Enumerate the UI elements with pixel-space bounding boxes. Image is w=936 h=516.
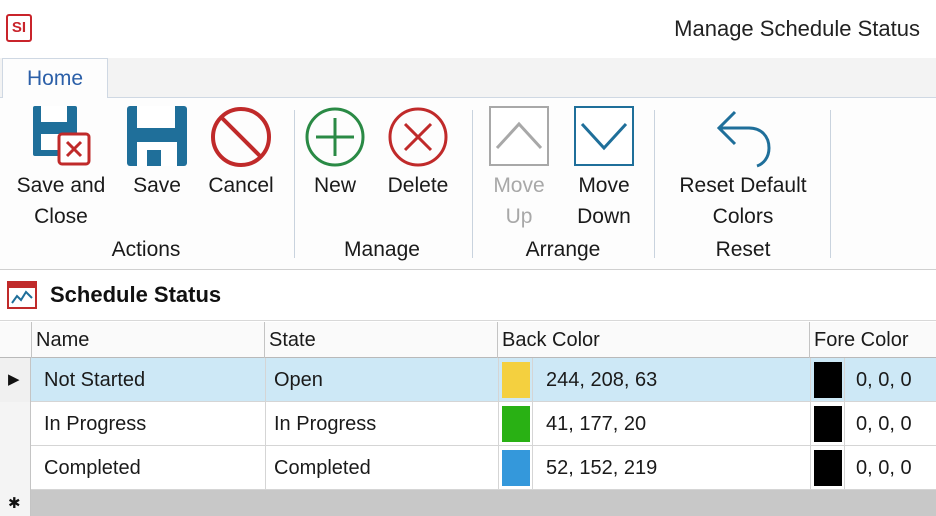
reset-default-colors-button[interactable]: Reset Default Colors <box>664 104 822 232</box>
save-icon <box>127 106 187 166</box>
cell-state[interactable]: In Progress <box>274 402 494 446</box>
app-logo: SI <box>6 14 32 42</box>
row-header[interactable]: ▶ <box>0 358 31 402</box>
delete-label: Delete <box>387 174 449 197</box>
cell-fore-color[interactable]: 0, 0, 0 <box>856 402 936 446</box>
column-divider <box>498 358 499 490</box>
new-label: New <box>313 174 356 197</box>
cell-back-color[interactable]: 52, 152, 219 <box>546 446 796 490</box>
table-row[interactable]: In Progress In Progress 41, 177, 20 0, 0… <box>0 402 936 446</box>
group-label-actions: Actions <box>111 238 181 261</box>
cell-back-color[interactable]: 244, 208, 63 <box>546 358 796 402</box>
fore-color-swatch <box>814 406 842 442</box>
column-divider <box>810 358 811 490</box>
ribbon-separator <box>472 110 473 258</box>
back-color-swatch <box>502 406 530 442</box>
new-row-asterisk-icon: ✱ <box>8 495 21 512</box>
plus-circle-icon <box>305 107 365 167</box>
ribbon-separator <box>830 110 831 258</box>
column-header-name[interactable]: Name <box>32 322 265 358</box>
undo-arrow-icon <box>716 110 771 168</box>
ribbon-separator <box>654 110 655 258</box>
table-row[interactable]: Completed Completed 52, 152, 219 0, 0, 0 <box>0 446 936 490</box>
tab-home[interactable]: Home <box>2 58 108 99</box>
cell-fore-color[interactable]: 0, 0, 0 <box>856 358 936 402</box>
ribbon-tab-strip: Home <box>0 58 936 99</box>
schedule-chart-icon <box>7 281 37 309</box>
new-button[interactable]: New <box>302 104 368 201</box>
delete-button[interactable]: Delete <box>380 104 456 201</box>
group-label-reset: Reset <box>715 238 771 261</box>
reset-default-colors-label-1: Reset Default <box>679 174 807 197</box>
column-divider <box>265 358 266 490</box>
save-label: Save <box>133 174 181 197</box>
chevron-down-icon <box>574 106 634 166</box>
reset-default-colors-label-2: Colors <box>712 205 774 228</box>
table-row[interactable]: ▶ Not Started Open 244, 208, 63 0, 0, 0 <box>0 358 936 402</box>
back-color-swatch <box>502 450 530 486</box>
chevron-up-icon <box>489 106 549 166</box>
ribbon: Save and Close Save Cancel Actions New D… <box>0 98 936 270</box>
move-down-button[interactable]: Move Down <box>566 104 642 232</box>
cell-back-color[interactable]: 41, 177, 20 <box>546 402 796 446</box>
save-and-close-label-1: Save and <box>16 174 106 197</box>
cell-name[interactable]: Not Started <box>44 358 264 402</box>
column-header-back-color[interactable]: Back Color <box>498 322 810 358</box>
new-row-header[interactable]: ✱ <box>0 490 31 516</box>
cell-state[interactable]: Open <box>274 358 494 402</box>
grid-header: Name State Back Color Fore Color <box>0 322 936 358</box>
group-label-manage: Manage <box>344 238 420 261</box>
back-color-swatch <box>502 362 530 398</box>
corner-cell <box>0 322 32 358</box>
status-grid: Name State Back Color Fore Color ▶ Not S… <box>0 322 936 516</box>
fore-color-swatch <box>814 450 842 486</box>
cancel-button[interactable]: Cancel <box>204 104 278 201</box>
move-down-label-1: Move <box>578 174 630 197</box>
title-bar: SI Manage Schedule Status <box>0 0 936 58</box>
cell-state[interactable]: Completed <box>274 446 494 490</box>
cell-name[interactable]: Completed <box>44 446 264 490</box>
move-up-button[interactable]: Move Up <box>484 104 554 232</box>
section-header: Schedule Status <box>0 271 936 321</box>
window-title: Manage Schedule Status <box>674 16 920 41</box>
column-header-state[interactable]: State <box>265 322 498 358</box>
move-up-label-2: Up <box>505 205 533 228</box>
fore-color-swatch <box>814 362 842 398</box>
cell-fore-color[interactable]: 0, 0, 0 <box>856 446 936 490</box>
move-down-label-2: Down <box>577 205 631 228</box>
cell-name[interactable]: In Progress <box>44 402 264 446</box>
row-header[interactable] <box>0 446 31 490</box>
move-up-label-1: Move <box>493 174 545 197</box>
row-header[interactable] <box>0 402 31 446</box>
section-title: Schedule Status <box>50 282 222 307</box>
cancel-icon <box>211 107 271 167</box>
new-row[interactable]: ✱ <box>0 490 936 516</box>
column-divider <box>532 358 533 490</box>
delete-circle-icon <box>388 107 448 167</box>
group-label-arrange: Arrange <box>525 238 601 261</box>
save-button[interactable]: Save <box>124 104 190 201</box>
column-header-fore-color[interactable]: Fore Color <box>810 322 936 358</box>
save-and-close-button[interactable]: Save and Close <box>8 104 114 232</box>
cancel-label: Cancel <box>208 174 274 197</box>
save-and-close-label-2: Close <box>34 205 88 228</box>
column-divider <box>844 358 845 490</box>
ribbon-separator <box>294 110 295 258</box>
current-row-indicator-icon: ▶ <box>8 371 20 388</box>
save-close-icon <box>33 106 91 166</box>
